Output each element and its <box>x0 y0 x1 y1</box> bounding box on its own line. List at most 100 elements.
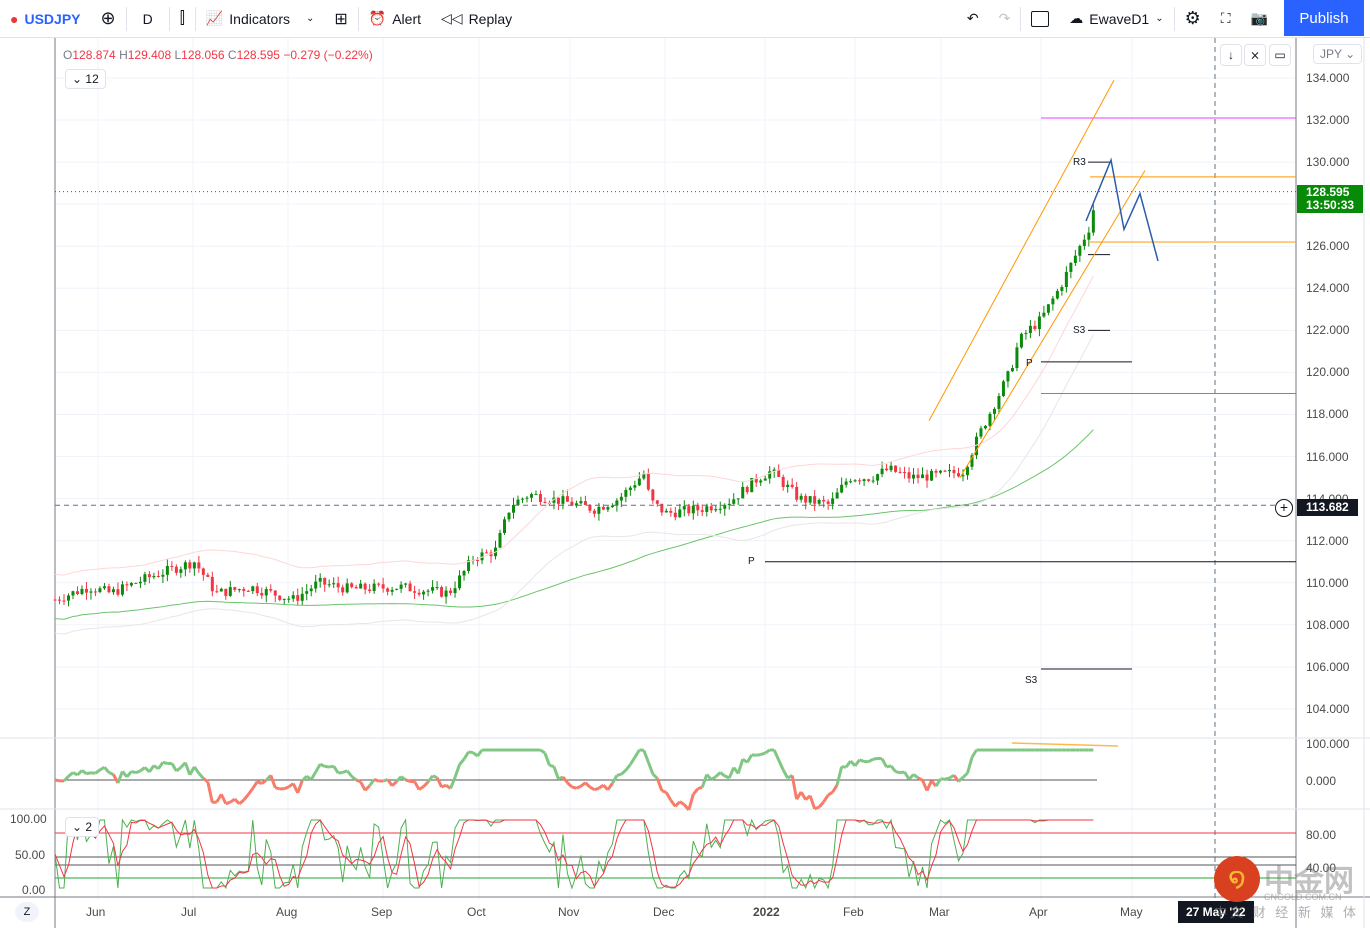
osc-segment <box>598 783 605 790</box>
candle <box>363 583 367 590</box>
chart-canvas[interactable] <box>0 38 1370 928</box>
candle <box>655 500 659 504</box>
candle <box>619 496 623 501</box>
candle <box>1069 262 1073 272</box>
price-tick: 112.000 <box>1306 533 1349 548</box>
candle <box>440 587 444 597</box>
collapse-pane-button[interactable]: ⨯ <box>1244 44 1266 66</box>
candle <box>1001 381 1005 397</box>
osc-segment <box>772 749 781 761</box>
candle <box>170 565 174 567</box>
stoch-left-tick: 0.00 <box>22 883 46 897</box>
osc-segment <box>453 764 461 778</box>
osc-segment <box>629 756 637 766</box>
candle <box>1078 245 1082 256</box>
cngold-logo-icon: ໑ <box>1214 856 1260 902</box>
candle <box>165 565 169 575</box>
replay-button[interactable]: ◁◁ Replay <box>431 0 522 38</box>
chevron-down-icon[interactable]: ⌄ <box>306 13 314 24</box>
osc-segment <box>611 774 619 785</box>
candle <box>556 497 560 504</box>
candle <box>624 490 628 497</box>
layout-button[interactable]: ☁ EwaveD1 ⌄ <box>1059 0 1173 38</box>
osc-tick: 100.000 <box>1306 737 1350 751</box>
osc-segment <box>269 774 277 789</box>
upper-band <box>54 275 1094 576</box>
osc-segment <box>309 771 317 781</box>
price-tick: 126.000 <box>1306 239 1350 254</box>
fullscreen-select-button[interactable] <box>1021 0 1059 38</box>
candle <box>822 499 826 502</box>
candle <box>1042 312 1046 317</box>
undo-button[interactable]: ↶ <box>957 0 989 38</box>
candle <box>1024 333 1028 335</box>
candle <box>1028 325 1032 334</box>
undo-icon: ↶ <box>966 10 979 26</box>
compare-button[interactable]: ⊕ <box>91 0 126 38</box>
scroll-to-bottom-button[interactable]: ↓ <box>1220 44 1242 66</box>
lower-band <box>54 334 1094 635</box>
osc-segment <box>67 771 74 778</box>
ohlc-legend: O128.874 H129.408 L128.056 C128.595 −0.2… <box>63 48 373 62</box>
z-button[interactable]: Z <box>15 902 39 922</box>
ma-line <box>54 429 1094 620</box>
indicators-collapse-button[interactable]: ⌄ 12 <box>65 69 106 89</box>
chevron-down-icon: ⌄ <box>1155 13 1164 24</box>
snapshot-button[interactable]: 📷 <box>1241 0 1278 38</box>
fullscreen-button[interactable]: ⛶ <box>1211 0 1241 38</box>
interval-button[interactable]: D <box>127 0 169 38</box>
osc-segment <box>593 786 600 792</box>
maximize-pane-button[interactable]: ▭ <box>1269 44 1291 66</box>
candle <box>237 589 241 591</box>
candle <box>736 498 740 500</box>
flag-icon: ● <box>10 10 19 27</box>
publish-button[interactable]: Publish <box>1284 0 1364 36</box>
osc-segment <box>831 784 839 793</box>
templates-button[interactable]: ⊞ <box>324 0 357 38</box>
candle <box>673 512 677 518</box>
osc-segment <box>81 769 88 775</box>
candle <box>1064 271 1068 288</box>
add-alert-plus-icon[interactable]: + <box>1275 499 1293 517</box>
chart-type-button[interactable]: ⫿ <box>170 0 195 38</box>
candle <box>741 486 745 499</box>
osc-segment <box>678 800 686 806</box>
candle <box>264 589 268 596</box>
osc-segment <box>468 750 474 755</box>
osc-segment <box>346 769 353 778</box>
candle <box>669 510 673 513</box>
candle <box>700 510 704 512</box>
candle <box>1087 232 1091 240</box>
candle <box>215 591 219 593</box>
settings-button[interactable]: ⚙ <box>1175 0 1211 38</box>
open-value: 128.874 <box>72 48 116 62</box>
layout-name: EwaveD1 <box>1089 10 1150 27</box>
candle <box>912 474 916 479</box>
osc-segment <box>90 771 96 775</box>
candle <box>1051 298 1055 305</box>
osc-segment <box>756 753 761 757</box>
osc-segment <box>94 768 101 775</box>
candle <box>1037 316 1041 330</box>
pane2-collapse-button[interactable]: ⌄ 2 <box>65 817 100 837</box>
osc-segment <box>566 781 573 789</box>
candle <box>894 465 898 472</box>
currency-button[interactable]: JPY ⌄ <box>1313 44 1363 64</box>
candle <box>125 584 129 586</box>
alert-button[interactable]: ⏰ Alert <box>359 0 431 38</box>
crosshair-price-tag: 113.682 <box>1297 499 1358 516</box>
osc-segment <box>579 781 587 788</box>
candle <box>71 591 75 596</box>
candle <box>161 574 165 577</box>
osc-segment <box>872 756 878 761</box>
candle <box>242 589 246 591</box>
camera-icon: 📷 <box>1250 10 1268 26</box>
indicators-button[interactable]: 📈 Indicators ⌄ <box>196 0 325 38</box>
candle <box>156 575 160 577</box>
maximize-icon: ▭ <box>1274 48 1286 62</box>
symbol-search[interactable]: ● USDJPY <box>0 0 91 38</box>
candle <box>520 498 524 500</box>
candle <box>543 501 547 503</box>
candle <box>992 408 996 414</box>
redo-button[interactable]: ↷ <box>989 0 1021 38</box>
